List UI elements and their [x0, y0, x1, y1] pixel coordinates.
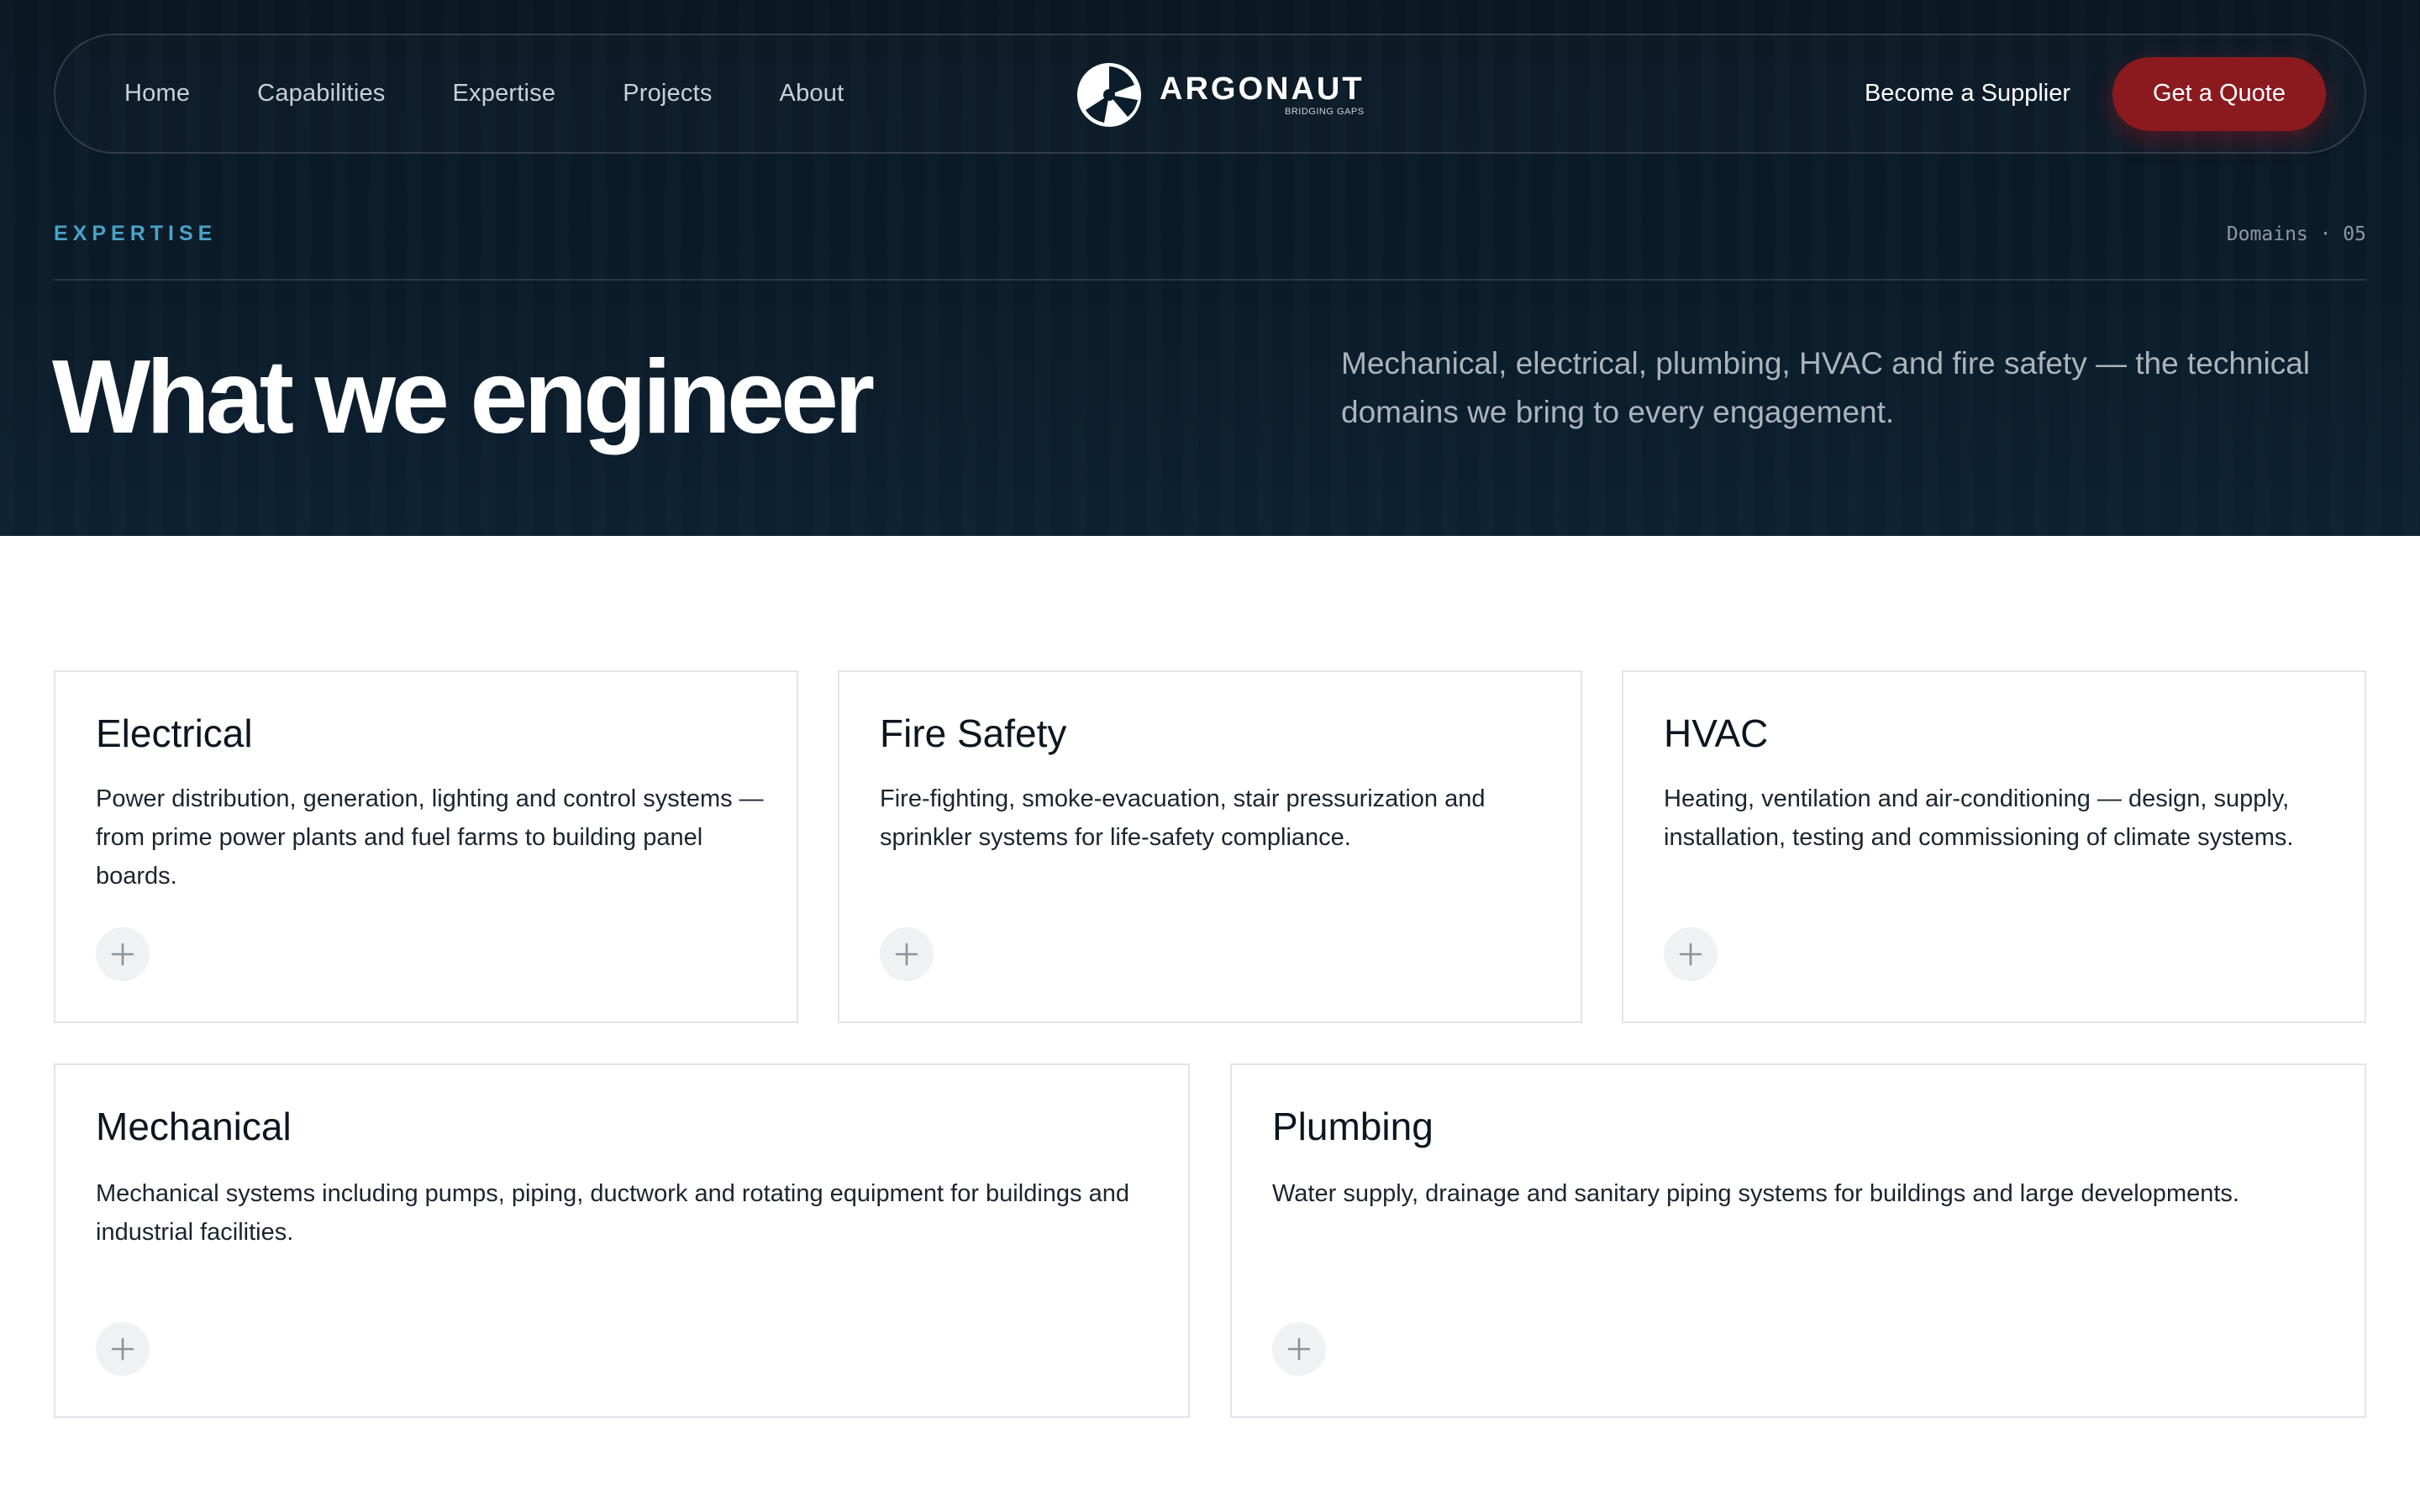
logo-wordmark: ARGONAUT [1160, 71, 1365, 107]
hero-divider [54, 279, 2366, 281]
card-title: Electrical [96, 711, 253, 755]
hero-section: Home Capabilities Expertise Projects Abo… [0, 0, 2420, 536]
card-description: Power distribution, generation, lighting… [96, 785, 764, 890]
nav-link-home[interactable]: Home [124, 80, 190, 108]
plus-icon [111, 942, 134, 966]
get-quote-button[interactable]: Get a Quote [2112, 56, 2326, 131]
expand-button[interactable] [96, 1322, 150, 1376]
section-eyebrow: EXPERTISE [54, 222, 218, 245]
card-description: Heating, ventilation and air-conditionin… [1664, 785, 2294, 851]
card-description: Water supply, drainage and sanitary pipi… [1272, 1180, 2239, 1207]
card-title: HVAC [1664, 711, 1769, 755]
logo-text: ARGONAUT BRIDGING GAPS [1160, 73, 1365, 117]
card-title: Mechanical [96, 1105, 292, 1148]
plus-icon [111, 1337, 134, 1361]
expand-button[interactable] [1664, 927, 1718, 981]
card-electrical[interactable]: Electrical Power distribution, generatio… [54, 670, 798, 1023]
nav-link-projects[interactable]: Projects [623, 80, 712, 108]
expand-button[interactable] [96, 927, 150, 981]
nav-links: Home Capabilities Expertise Projects Abo… [124, 35, 844, 152]
plus-icon [1679, 942, 1702, 966]
top-navigation: Home Capabilities Expertise Projects Abo… [54, 34, 2366, 154]
page-title: What we engineer [52, 339, 875, 455]
domains-counter: Domains · 05 [2226, 223, 2366, 245]
nav-link-expertise[interactable]: Expertise [453, 80, 556, 108]
card-title: Fire Safety [880, 711, 1067, 755]
logo-tagline: BRIDGING GAPS [1285, 107, 1365, 117]
plus-icon [895, 942, 918, 966]
hero-intro: Mechanical, electrical, plumbing, HVAC a… [1341, 346, 2311, 429]
card-title: Plumbing [1272, 1105, 1434, 1148]
card-hvac[interactable]: HVAC Heating, ventilation and air-condit… [1622, 670, 2366, 1023]
card-description: Fire-fighting, smoke-evacuation, stair p… [880, 785, 1486, 851]
card-description: Mechanical systems including pumps, pipi… [96, 1180, 1129, 1246]
card-plumbing[interactable]: Plumbing Water supply, drainage and sani… [1230, 1063, 2366, 1418]
expand-button[interactable] [1272, 1322, 1326, 1376]
brand-logo[interactable]: ARGONAUT BRIDGING GAPS [1076, 60, 1365, 129]
expand-button[interactable] [880, 927, 934, 981]
nav-actions: Become a Supplier Get a Quote [1865, 35, 2326, 152]
card-mechanical[interactable]: Mechanical Mechanical systems including … [54, 1063, 1190, 1418]
argonaut-logo-icon [1077, 63, 1141, 127]
card-fire-safety[interactable]: Fire Safety Fire-fighting, smoke-evacuat… [838, 670, 1582, 1023]
nav-link-capabilities[interactable]: Capabilities [257, 80, 385, 108]
become-supplier-link[interactable]: Become a Supplier [1865, 80, 2070, 108]
nav-link-about[interactable]: About [780, 80, 844, 108]
plus-icon [1287, 1337, 1311, 1361]
